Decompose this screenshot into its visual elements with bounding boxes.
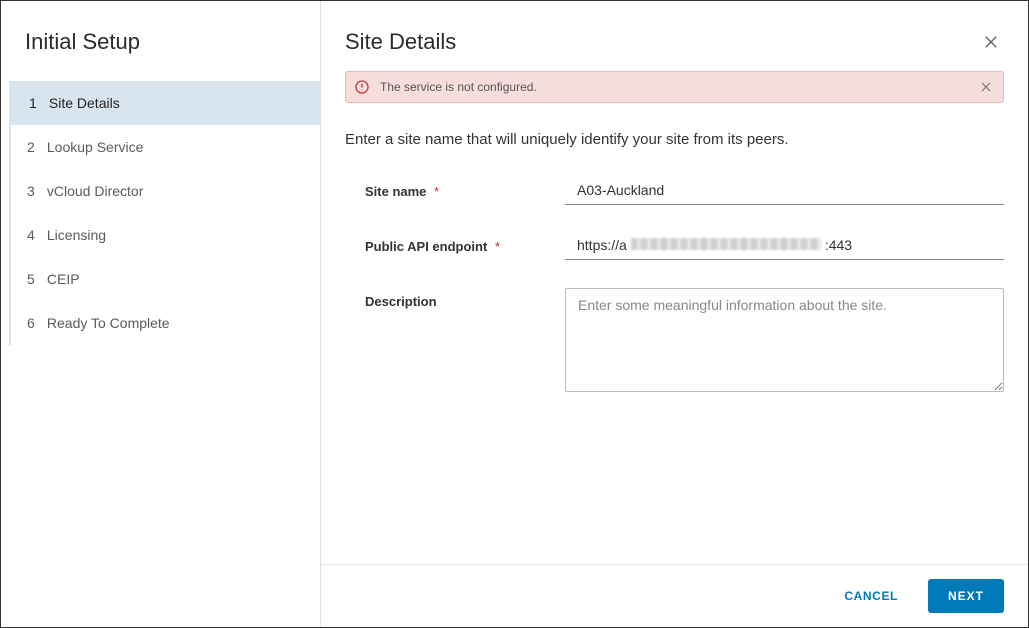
row-site-name: Site name * (345, 178, 1004, 205)
step-number: 5 (27, 271, 43, 287)
intro-text: Enter a site name that will uniquely ide… (345, 131, 1004, 148)
scroll-area[interactable]: The service is not configured. Enter a s… (321, 71, 1028, 564)
step-number: 3 (27, 183, 43, 199)
main-panel: Site Details The service is (321, 1, 1028, 627)
description-control (565, 288, 1004, 397)
step-number: 6 (27, 315, 43, 331)
step-list: 1 Site Details 2 Lookup Service 3 vCloud… (11, 81, 320, 345)
site-name-label: Site name * (365, 178, 565, 199)
wizard-sidebar: Initial Setup 1 Site Details 2 Lookup Se… (1, 1, 321, 627)
page-title: Site Details (345, 29, 456, 55)
alert-text: The service is not configured. (380, 80, 977, 94)
step-number: 2 (27, 139, 43, 155)
step-number: 1 (29, 95, 45, 111)
row-endpoint: Public API endpoint * https://a :443 (345, 233, 1004, 260)
site-name-control (565, 178, 1004, 205)
main-header: Site Details (321, 1, 1028, 71)
dialog-footer: CANCEL NEXT (321, 564, 1028, 627)
label-text: Site name (365, 184, 426, 199)
error-icon (354, 79, 370, 95)
step-label: vCloud Director (47, 183, 143, 199)
close-button[interactable] (978, 29, 1004, 55)
endpoint-control: https://a :443 (565, 233, 1004, 260)
row-description: Description (345, 288, 1004, 397)
step-number: 4 (27, 227, 43, 243)
step-label: CEIP (47, 271, 80, 287)
dialog-body: Initial Setup 1 Site Details 2 Lookup Se… (1, 1, 1028, 627)
alert-close-button[interactable] (977, 78, 995, 96)
step-lookup-service[interactable]: 2 Lookup Service (9, 125, 320, 169)
step-label: Site Details (49, 95, 120, 111)
endpoint-suffix: :443 (825, 237, 852, 253)
site-name-input[interactable] (565, 178, 1004, 205)
description-label: Description (365, 288, 565, 309)
description-textarea[interactable] (565, 288, 1004, 392)
endpoint-redacted (631, 238, 821, 250)
required-asterisk: * (434, 184, 439, 199)
required-asterisk: * (495, 239, 500, 254)
step-label: Licensing (47, 227, 106, 243)
step-ceip[interactable]: 5 CEIP (9, 257, 320, 301)
endpoint-input[interactable]: https://a :443 (565, 233, 1004, 260)
close-icon (982, 33, 1000, 51)
cancel-button[interactable]: CANCEL (832, 579, 910, 613)
next-button[interactable]: NEXT (928, 579, 1004, 613)
step-vcloud-director[interactable]: 3 vCloud Director (9, 169, 320, 213)
spacer (345, 425, 1004, 564)
close-icon (979, 80, 993, 94)
step-site-details[interactable]: 1 Site Details (9, 81, 320, 125)
steps-rail: 1 Site Details 2 Lookup Service 3 vCloud… (9, 81, 320, 345)
endpoint-prefix: https://a (577, 237, 627, 253)
alert-error: The service is not configured. (345, 71, 1004, 103)
step-ready-to-complete[interactable]: 6 Ready To Complete (9, 301, 320, 345)
step-label: Ready To Complete (47, 315, 170, 331)
label-text: Public API endpoint (365, 239, 487, 254)
step-licensing[interactable]: 4 Licensing (9, 213, 320, 257)
sidebar-title: Initial Setup (1, 29, 320, 81)
step-label: Lookup Service (47, 139, 144, 155)
endpoint-label: Public API endpoint * (365, 233, 565, 254)
